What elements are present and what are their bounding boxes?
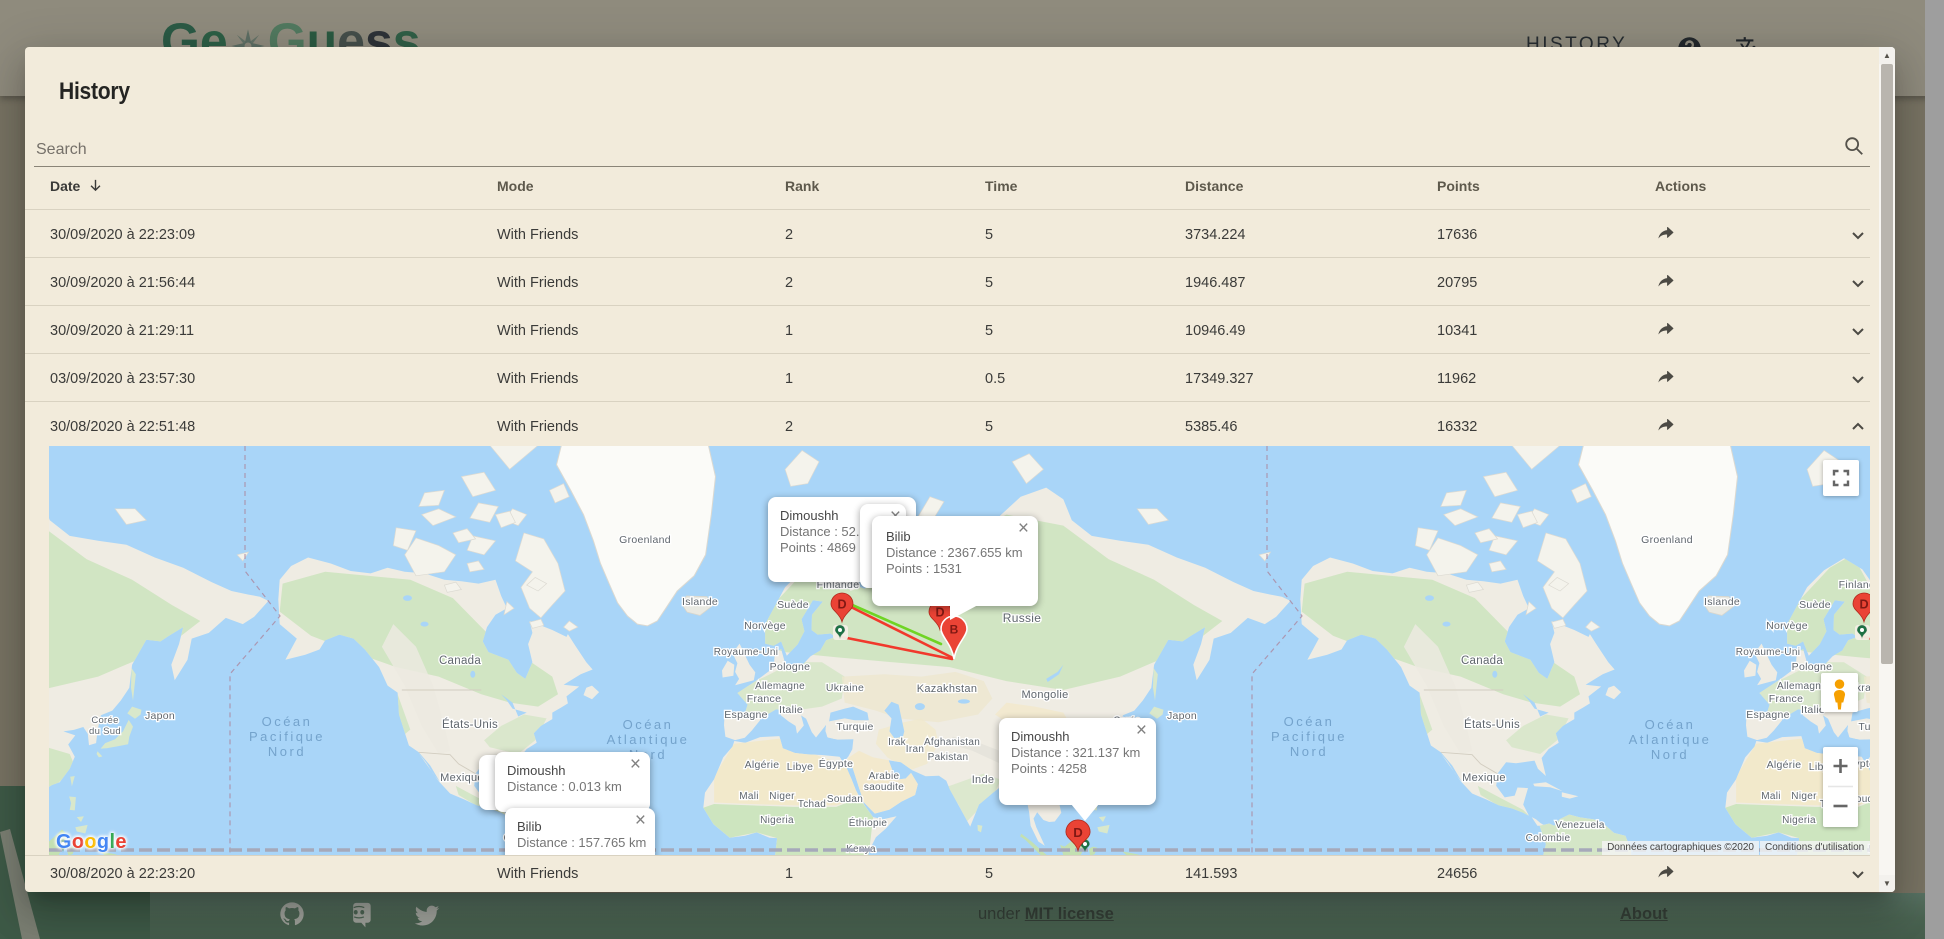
svg-text:D: D: [1073, 825, 1083, 840]
